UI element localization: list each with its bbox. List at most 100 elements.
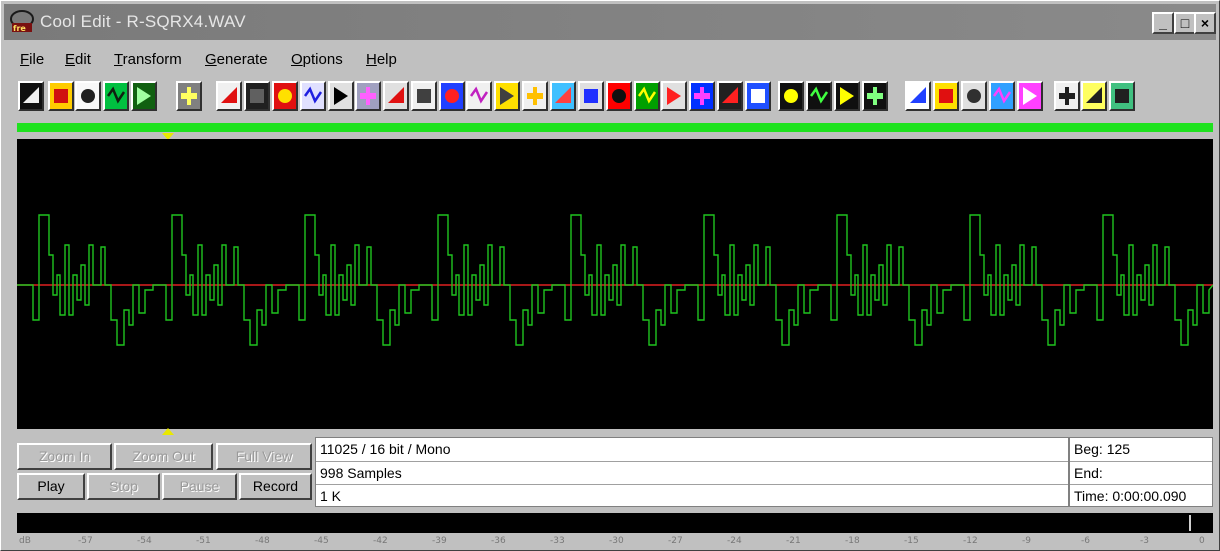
meter-scale-label: -30 (609, 536, 624, 546)
cue-add-icon[interactable] (806, 81, 832, 111)
menu-options[interactable]: Options (291, 51, 343, 68)
meter-scale-label: -24 (727, 536, 742, 546)
cue-icon[interactable] (778, 81, 804, 111)
note-icon-glyph (303, 86, 323, 104)
spectrum-icon[interactable] (439, 81, 465, 111)
meter-scale-label: -45 (314, 536, 329, 546)
menu-help[interactable]: Help (366, 51, 397, 68)
rewind-icon[interactable] (216, 81, 242, 111)
download-icon-glyph (388, 87, 404, 103)
help-icon-glyph (1086, 87, 1102, 103)
new-icon[interactable] (18, 81, 44, 111)
minimize-button[interactable]: _ (1152, 12, 1174, 34)
distortion-icon[interactable] (606, 81, 632, 111)
notepad-icon-glyph (1059, 87, 1075, 105)
settings-icon[interactable] (1109, 81, 1135, 111)
menu-generate[interactable]: Generate (205, 51, 268, 68)
minimize-icon: _ (1159, 15, 1167, 31)
meter-scale-label: -3 (1140, 536, 1149, 546)
cue-play-icon[interactable] (862, 81, 888, 111)
film-icon[interactable] (103, 81, 129, 111)
filter-icon-glyph (500, 87, 514, 105)
notepad-icon[interactable] (1054, 81, 1080, 111)
meter-scale-label: -9 (1022, 536, 1031, 546)
divider (316, 461, 1068, 462)
open-icon[interactable] (48, 81, 74, 111)
samples-text: 998 Samples (320, 465, 402, 481)
timer-icon[interactable] (411, 81, 437, 111)
timer-icon-glyph (417, 89, 431, 103)
graphic-eq-icon-glyph (637, 86, 657, 104)
pause-button[interactable]: Pause (162, 473, 237, 500)
compress-icon[interactable] (717, 81, 743, 111)
level-icon-glyph (667, 87, 681, 105)
menu-file[interactable]: File (20, 51, 44, 68)
stop-button[interactable]: Stop (87, 473, 160, 500)
title-bar[interactable]: fre Cool Edit - R-SQRX4.WAV _ □ × (4, 4, 1216, 40)
noise-icon[interactable] (355, 81, 381, 111)
echo-icon[interactable] (466, 81, 492, 111)
meter-scale-label: dB (19, 536, 31, 546)
menu-bar: File Edit Transform Generate Options Hel… (4, 43, 1216, 75)
record-dot-icon[interactable] (328, 81, 354, 111)
close-button[interactable]: × (1194, 12, 1216, 34)
meter-scale-label: -48 (255, 536, 270, 546)
reverse-icon[interactable] (578, 81, 604, 111)
text-icon-glyph (967, 89, 981, 103)
cursor-icon[interactable] (1017, 81, 1043, 111)
swap-icon-glyph (278, 89, 292, 103)
meter-scale-label: -51 (196, 536, 211, 546)
note-icon[interactable] (300, 81, 326, 111)
flanger-icon[interactable] (689, 81, 715, 111)
cursor-icon-glyph (1023, 87, 1037, 105)
meter-scale-label: -12 (963, 536, 978, 546)
main-window: fre Cool Edit - R-SQRX4.WAV _ □ × File E… (0, 0, 1220, 551)
full-view-button[interactable]: Full View (216, 443, 312, 470)
meter-scale-label: -6 (1081, 536, 1090, 546)
cue-add-icon-glyph (809, 86, 829, 104)
transition-icon-glyph (992, 86, 1012, 104)
menu-transform[interactable]: Transform (114, 51, 182, 68)
wave-icon[interactable] (550, 81, 576, 111)
zoom-out-button[interactable]: Zoom Out (114, 443, 213, 470)
wave-icon-glyph (555, 87, 571, 103)
color-icon[interactable] (933, 81, 959, 111)
transition-icon[interactable] (989, 81, 1015, 111)
zoom-in-button[interactable]: Zoom In (17, 443, 112, 470)
waveform-svg (17, 214, 1214, 346)
insert-icon[interactable] (131, 81, 157, 111)
new-icon-glyph (23, 87, 39, 103)
stop-icon[interactable] (244, 81, 270, 111)
record-button[interactable]: Record (239, 473, 312, 500)
rewind-icon-glyph (221, 87, 237, 103)
meter-scale: dB -57 -54 -51 -48 -45 -42 -39 -36 -33 -30 -27 -24 -2… (17, 534, 1213, 550)
download-icon[interactable] (383, 81, 409, 111)
waveform-trace (17, 214, 1214, 346)
edit-icon[interactable] (176, 81, 202, 111)
waveform-display[interactable] (17, 139, 1214, 429)
filter-icon[interactable] (494, 81, 520, 111)
save-icon[interactable] (75, 81, 101, 111)
level-meter (17, 513, 1213, 533)
text-icon[interactable] (961, 81, 987, 111)
bend-icon[interactable] (745, 81, 771, 111)
help-icon[interactable] (1081, 81, 1107, 111)
flanger-icon-glyph (694, 87, 710, 105)
level-icon[interactable] (661, 81, 687, 111)
loop-icon[interactable] (905, 81, 931, 111)
menu-edit[interactable]: Edit (65, 51, 91, 68)
cue-edit-icon[interactable] (834, 81, 860, 111)
distortion-icon-glyph (612, 89, 626, 103)
meter-scale-label: -57 (78, 536, 93, 546)
toolbar (13, 81, 1213, 117)
graphic-eq-icon[interactable] (634, 81, 660, 111)
begin-text: Beg: 125 (1074, 441, 1131, 457)
maximize-button[interactable]: □ (1174, 12, 1196, 34)
swap-icon[interactable] (272, 81, 298, 111)
envelope-icon[interactable] (522, 81, 548, 111)
end-marker-icon[interactable] (162, 428, 174, 435)
meter-scale-label: -15 (904, 536, 919, 546)
play-button[interactable]: Play (17, 473, 85, 500)
time-text: Time: 0:00:00.090 (1074, 488, 1187, 504)
view-range-bar[interactable] (17, 123, 1213, 132)
